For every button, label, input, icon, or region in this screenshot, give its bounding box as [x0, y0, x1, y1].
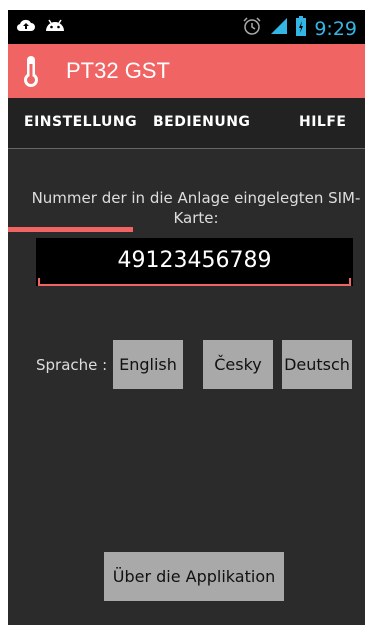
tab-bedienung[interactable]: BEDIENUNG — [153, 114, 250, 130]
thermometer-icon[interactable] — [20, 54, 42, 88]
alarm-icon — [242, 16, 262, 41]
sim-number-value: 49123456789 — [117, 248, 272, 273]
clock-time: 9:29 — [314, 17, 357, 40]
signal-icon — [270, 17, 288, 40]
tab-einstellung[interactable]: EINSTELLUNG — [24, 114, 137, 130]
language-label: Sprache : — [36, 356, 108, 374]
tab-hilfe[interactable]: HILFE — [299, 114, 346, 130]
sim-number-input[interactable]: 49123456789 — [36, 238, 353, 286]
language-german-button[interactable]: Deutsch — [282, 340, 352, 389]
app-title: PT32 GST — [66, 58, 170, 83]
status-bar: 9:29 — [8, 10, 365, 44]
battery-icon — [296, 16, 307, 41]
android-icon — [44, 17, 66, 37]
language-czech-button[interactable]: Česky — [203, 340, 273, 389]
input-underline — [38, 284, 351, 286]
sim-number-label: Nummer der in die Anlage eingelegten SIM… — [31, 189, 361, 227]
tab-bar: EINSTELLUNG BEDIENUNG HILFE — [8, 98, 365, 232]
input-underline-right — [349, 278, 351, 286]
action-bar: PT32 GST — [8, 44, 365, 98]
phone-screen: 9:29 PT32 GST EINSTELLUNG BEDIENUNG HILF… — [8, 10, 365, 625]
about-app-button[interactable]: Über die Applikation — [104, 552, 284, 601]
cloud-upload-icon — [16, 17, 36, 37]
language-english-button[interactable]: English — [113, 340, 183, 389]
